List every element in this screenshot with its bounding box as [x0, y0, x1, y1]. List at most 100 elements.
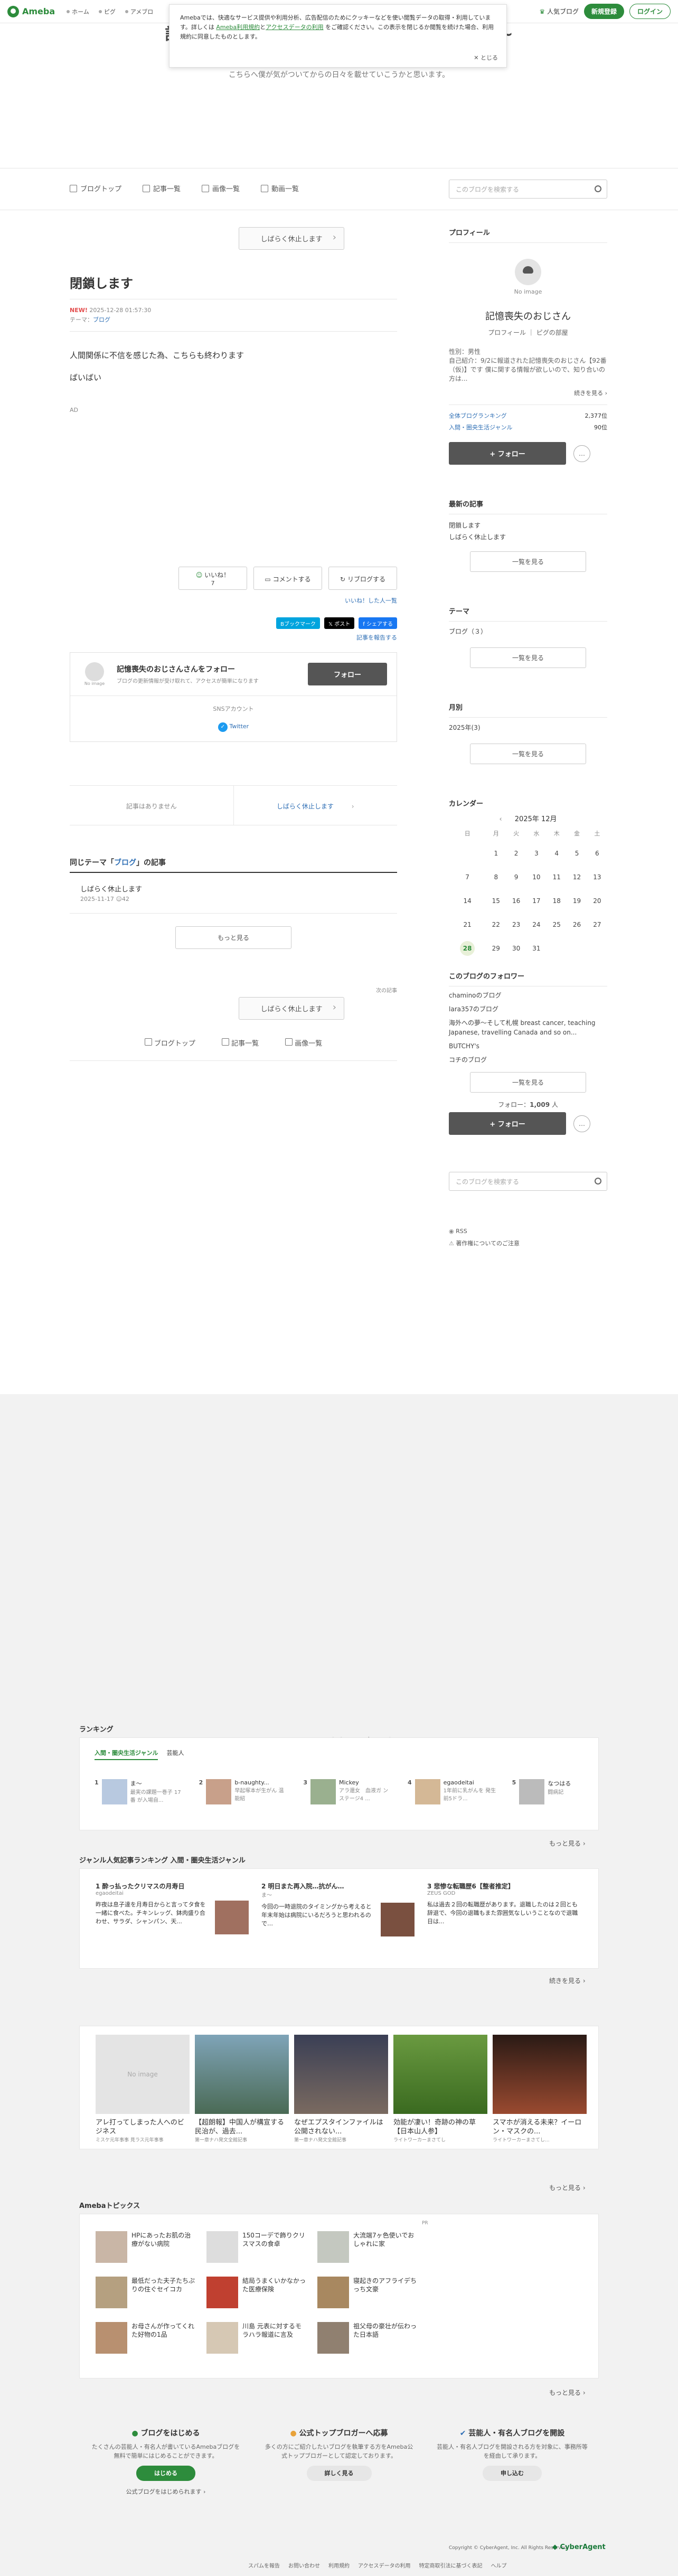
overall-ranking-link[interactable]: 全体ブログランキング — [449, 411, 507, 420]
more-options-icon[interactable]: … — [573, 1115, 590, 1132]
topic-item[interactable]: 祖父母の豪壮が伝わった日本語 — [317, 2322, 418, 2354]
pig-room-link[interactable]: ピグの部屋 — [536, 329, 568, 336]
same-theme-link[interactable]: ブログ — [114, 859, 136, 867]
genre-article[interactable]: 1 酔っ払ったクリマスの月寿日 egaodeitai 昨夜は息子達を月寿日からと言… — [96, 1882, 249, 1936]
follower-item[interactable]: 海外への夢～そして札幌 breast cancer, teaching Japa… — [449, 1018, 607, 1037]
monthly-item[interactable]: 2025年(3) — [449, 723, 607, 732]
topic-item[interactable]: 川島 元表に対するモラハラ報道に言及 — [206, 2322, 307, 2354]
reblog-button[interactable]: ↻ リブログする — [328, 567, 397, 590]
sidebar-follow-button-2[interactable]: + フォロー — [449, 1112, 566, 1135]
calendar-day-today[interactable]: 28 — [449, 936, 486, 960]
popular-blog-link[interactable]: ♛ 人気ブログ — [539, 7, 579, 16]
twitter-link[interactable]: ✓ Twitter — [80, 722, 387, 732]
profile-name[interactable]: 記憶喪失のおじさん — [449, 309, 607, 323]
bio-more-link[interactable]: 続きを見る › — [449, 389, 607, 397]
pickup-item[interactable]: No image アレ打ってしまった人へのビジネス ミスケ元年事事 見ラス元年事事 — [96, 2035, 190, 2143]
topic-item[interactable]: HPにあったお肌の治療がない病院 — [96, 2231, 196, 2263]
next-entry-link[interactable]: しばらく休止します › — [234, 786, 398, 825]
profile-link[interactable]: プロフィール — [488, 329, 526, 336]
more-options-icon[interactable]: … — [573, 445, 590, 462]
genre-continue-link[interactable]: 続きを見る › — [549, 1976, 586, 1985]
nav-pigg[interactable]: ピグ — [98, 7, 116, 16]
recent-item[interactable]: しばらく休止します — [449, 531, 607, 543]
chevron-left-icon[interactable]: ‹ — [499, 815, 502, 823]
footer-link[interactable]: 特定商取引法に基づく表記 — [419, 2561, 483, 2569]
nav-ameblo[interactable]: アメブロ — [125, 7, 153, 16]
related-entry[interactable]: しばらく休止します 2025-11-17 ☺42 — [70, 873, 397, 914]
sidebar-search-input[interactable]: このブログを検索する — [449, 1172, 607, 1191]
tab-celebrity[interactable]: 芸能人 — [166, 1748, 184, 1760]
ranking-item[interactable]: 3 Mickey アラ還女 血液ガ ンステージ4 ... — [303, 1779, 392, 1804]
theme-list-button[interactable]: 一覧を見る — [470, 647, 586, 668]
more-related-button[interactable]: もっと見る — [175, 926, 291, 949]
ameba-logo[interactable]: Ameba — [7, 5, 55, 17]
search-icon[interactable] — [595, 1178, 601, 1184]
celebrity-blog-button[interactable]: 申し込む — [483, 2466, 542, 2481]
report-entry-link[interactable]: 記事を報告する — [356, 634, 397, 641]
terms-link[interactable]: Ameba利用規約 — [216, 24, 260, 31]
rss-link[interactable]: ◉ RSS — [449, 1228, 607, 1235]
follow-button[interactable]: フォロー — [308, 663, 387, 685]
topic-item[interactable]: お母さんが作ってくれた好物の1品 — [96, 2322, 196, 2354]
footer-link[interactable]: ヘルプ — [491, 2561, 507, 2569]
topic-item[interactable]: 大流端7ヶ色使いでおしゃれに家 — [317, 2231, 418, 2263]
footer-link[interactable]: 利用規約 — [328, 2561, 350, 2569]
entry-title[interactable]: 閉鎖します — [70, 273, 397, 292]
monthly-list-button[interactable]: 一覧を見る — [470, 744, 586, 764]
nav-video-list[interactable]: 動画一覧 — [261, 183, 299, 193]
ranking-item[interactable]: 2 b-naughty... 早起塚本が生がん 温能紹 — [199, 1779, 288, 1804]
sidebar-follow-button[interactable]: + フォロー — [449, 442, 566, 465]
bottom-nav-image-list[interactable]: 画像一覧 — [285, 1038, 322, 1048]
copyright-notice-link[interactable]: ⚠ 著作権についてのご注意 — [449, 1239, 607, 1247]
pickup-more-link[interactable]: もっと見る › — [549, 2183, 586, 2192]
topic-item[interactable]: 寝起きのアフライデちっち文豪 — [317, 2277, 418, 2308]
bottom-next-entry-button[interactable]: しばらく休止します — [239, 997, 344, 1020]
official-blog-link[interactable]: 公式ブログをはじめられます › — [90, 2487, 242, 2496]
profile-avatar[interactable]: No image — [449, 259, 607, 295]
follower-item[interactable]: BUTCHY's — [449, 1041, 607, 1051]
bottom-nav-entry-list[interactable]: 記事一覧 — [221, 1038, 259, 1048]
search-icon[interactable] — [595, 185, 601, 192]
footer-link[interactable]: スパムを報告 — [248, 2561, 280, 2569]
comment-button[interactable]: ▭ コメントする — [253, 567, 322, 590]
ranking-item[interactable]: 4 egaodeitai 1年前に乳がんを 発生前5ドラ... — [408, 1779, 496, 1804]
facebook-share-button[interactable]: f シェアする — [359, 617, 397, 629]
genre-ranking-link[interactable]: 入間・圏央生活ジャンル — [449, 423, 512, 431]
next-entry-button[interactable]: しばらく休止します — [239, 227, 344, 250]
bottom-nav-blog-top[interactable]: ブログトップ — [144, 1038, 195, 1048]
follower-item[interactable]: chaminoのブログ — [449, 991, 607, 1000]
pickup-item[interactable]: スマホが消える未来？イーロン・マスクの... ライトワーカーまさてし... — [493, 2035, 587, 2143]
topic-item[interactable]: 結局うまくいかなかった医療保険 — [206, 2277, 307, 2308]
pickup-item[interactable]: なぜエプスタインファイルは公開されない... 第一章ナハ発文全館記事 — [294, 2035, 388, 2143]
nav-entry-list[interactable]: 記事一覧 — [143, 183, 181, 193]
genre-article[interactable]: 3 悲惨な転職歴6【整者推定】 ZEUS GOD 私は過去２回の転職歴があります。… — [427, 1882, 580, 1936]
pickup-item[interactable]: 効能が凄い！奇跡の神の草【日本山人参】 ライトワーカーまさてし — [393, 2035, 487, 2143]
genre-article[interactable]: 2 明日また再入院…抗がん… ま～ 今回の一時退院のタイミングから考えると年末年始… — [261, 1882, 415, 1936]
ranking-item[interactable]: 5 なつはる 闘病記 — [512, 1779, 596, 1804]
access-data-link[interactable]: アクセスデータの利用 — [266, 24, 323, 31]
nav-home[interactable]: ホーム — [67, 7, 89, 16]
recent-item[interactable]: 閉鎖します — [449, 520, 607, 531]
login-button[interactable]: ログイン — [629, 4, 671, 19]
pickup-item[interactable]: 【超朗報】中国人が構宣する民治が、過去... 第一章ナハ発文全館記事 — [195, 2035, 289, 2143]
nav-blog-top[interactable]: ブログトップ — [70, 183, 121, 193]
topic-item[interactable]: 150コーデで飾りクリスマスの食卓 — [206, 2231, 307, 2263]
nav-image-list[interactable]: 画像一覧 — [202, 183, 240, 193]
follower-list-button[interactable]: 一覧を見る — [470, 1072, 586, 1093]
like-list-link[interactable]: いいね！した人一覧 — [345, 597, 397, 604]
ranking-item[interactable]: 1 ま～ 最実の課題一巻子 17番 が入場自... — [95, 1779, 183, 1804]
top-blogger-button[interactable]: 詳しく見る — [306, 2466, 372, 2481]
topics-more-link[interactable]: もっと見る › — [549, 2388, 586, 2397]
follower-item[interactable]: lara357のブログ — [449, 1004, 607, 1014]
tab-iruma[interactable]: 入間・圏央生活ジャンル — [95, 1748, 158, 1760]
recent-list-button[interactable]: 一覧を見る — [470, 551, 586, 572]
theme-item[interactable]: ブログ（３） — [449, 627, 607, 636]
x-post-button[interactable]: 𝕏 ポスト — [324, 617, 355, 629]
blog-search-input[interactable]: このブログを検索する — [449, 180, 607, 199]
start-blog-button[interactable]: はじめる — [136, 2466, 195, 2481]
topic-item[interactable]: 最低だった夫子たちぷりの住ぐセイコカ — [96, 2277, 196, 2308]
cyberagent-logo[interactable]: ◆ CyberAgent — [552, 2543, 606, 2551]
cookie-close-button[interactable]: ✕ とじる — [474, 53, 498, 63]
signup-button[interactable]: 新規登録 — [583, 4, 624, 19]
like-button[interactable]: ☺ いいね！ 7 — [178, 567, 247, 590]
